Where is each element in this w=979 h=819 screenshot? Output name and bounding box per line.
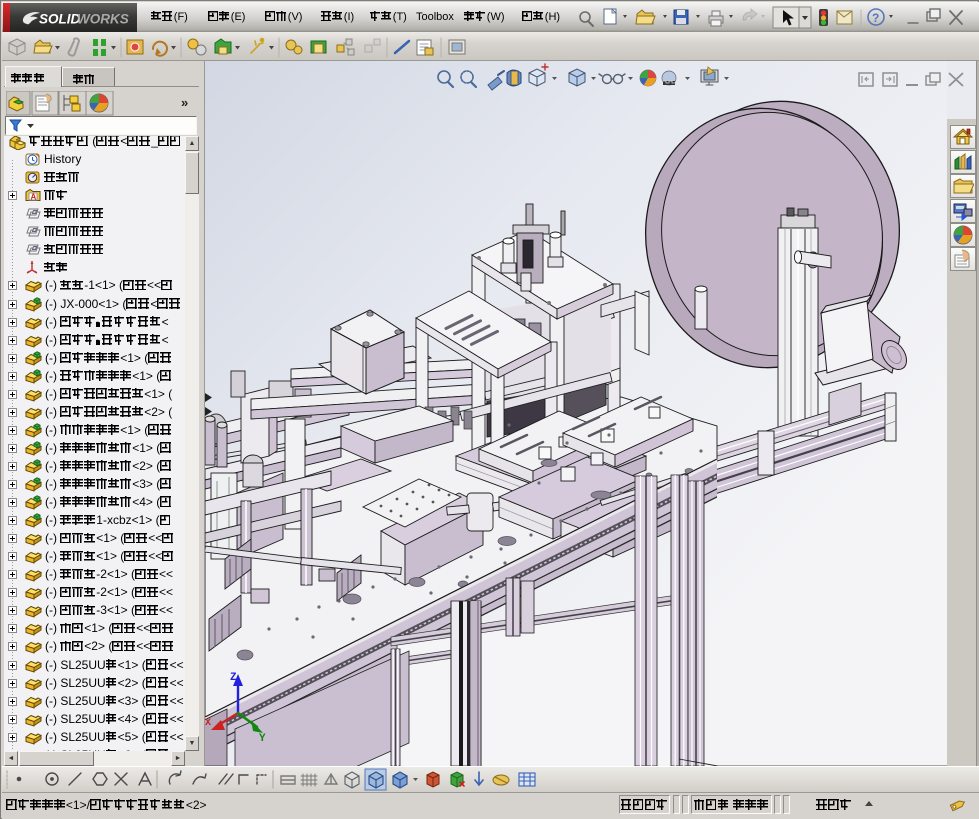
svg-text:Z: Z — [230, 672, 237, 684]
svg-text:X: X — [205, 718, 211, 729]
svg-text:Y: Y — [259, 733, 266, 745]
svg-text:SOLID: SOLID — [39, 12, 81, 27]
svg-text:A: A — [31, 193, 37, 202]
svg-text:?: ? — [872, 11, 879, 25]
svg-text:WORKS: WORKS — [77, 12, 129, 27]
